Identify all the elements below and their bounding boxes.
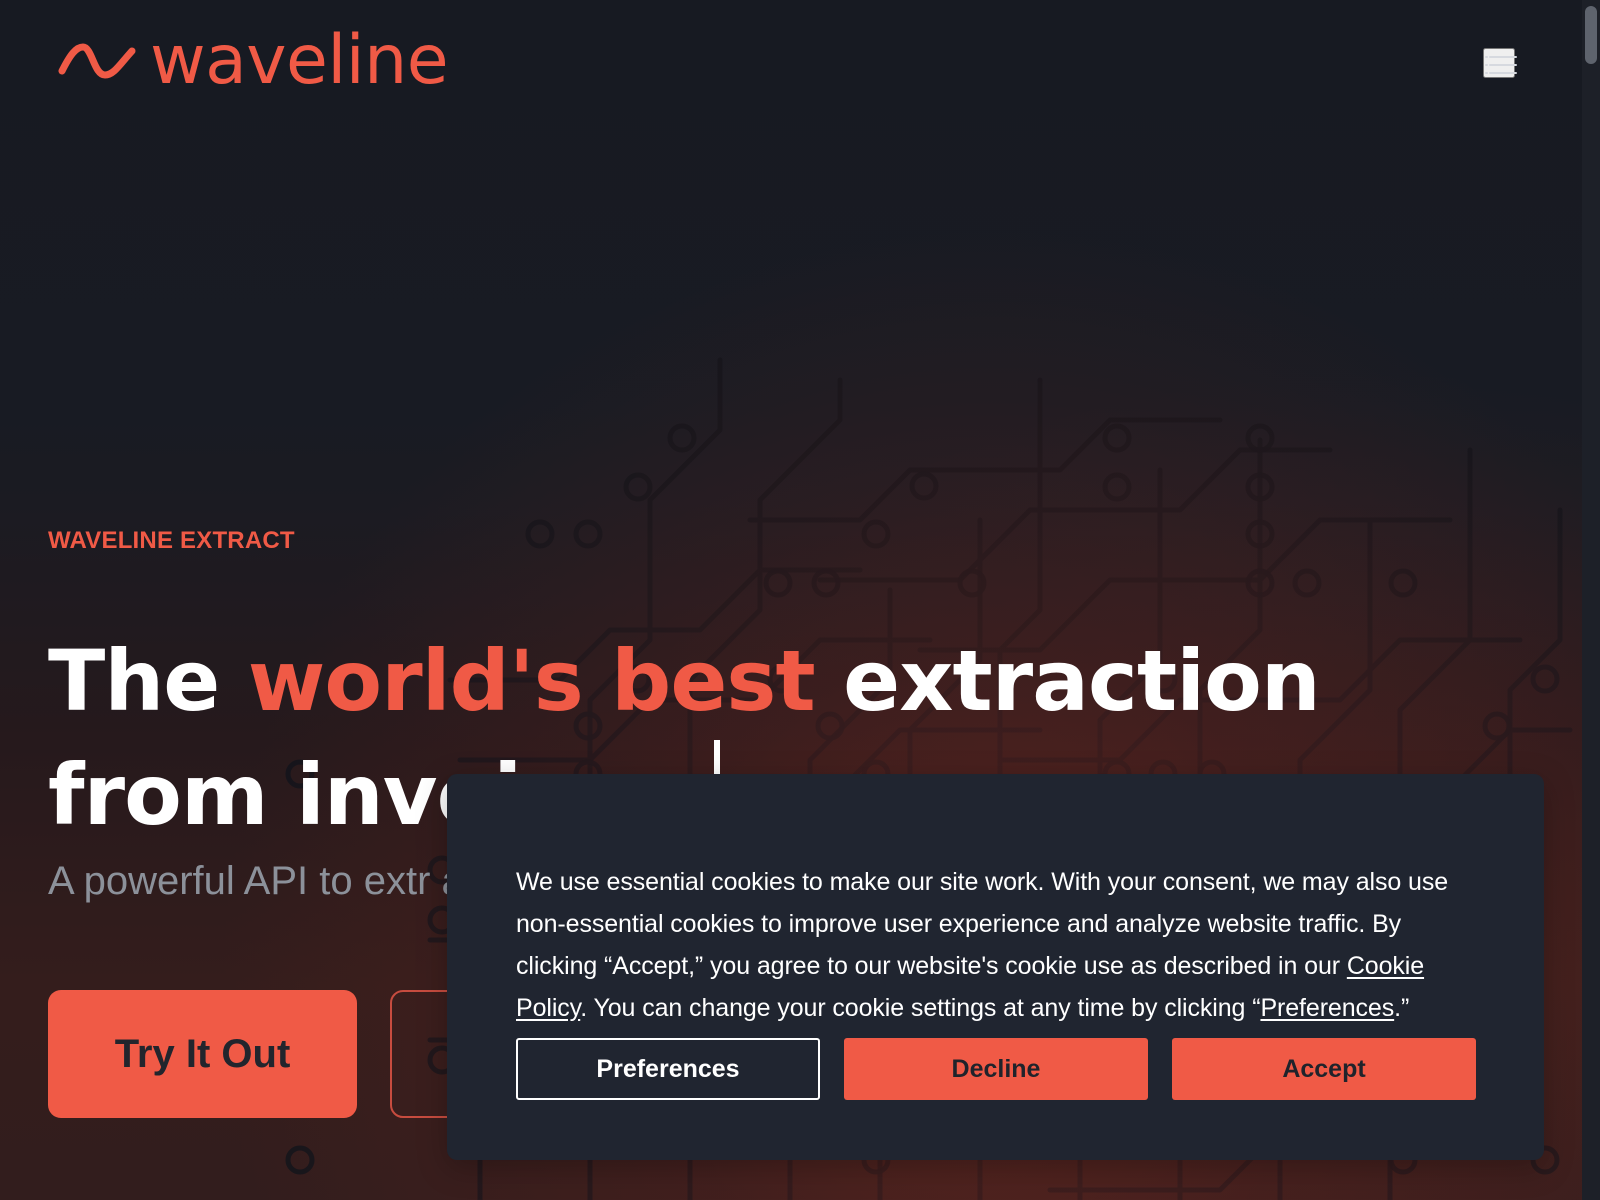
preferences-link[interactable]: Preferences (1260, 994, 1394, 1022)
cookie-text-before-policy: We use essential cookies to make our sit… (516, 868, 1449, 980)
brand-name: waveline (150, 21, 449, 100)
cookie-action-buttons: Preferences Decline Accept (516, 1038, 1476, 1100)
waveline-logo-link[interactable]: waveline (58, 20, 449, 102)
menu-icon-dot (1485, 72, 1488, 74)
scrollbar-thumb[interactable] (1585, 6, 1597, 64)
page-scrollbar[interactable] (1582, 0, 1600, 1200)
cookie-text-after-policy: . You can change your cookie settings at… (580, 994, 1261, 1022)
try-it-out-button[interactable]: Try It Out (48, 990, 357, 1118)
waveline-page: waveline WAVELINE EXTRACT The world's be… (0, 0, 1600, 1200)
menu-icon-line (1489, 56, 1517, 58)
decline-button[interactable]: Decline (844, 1038, 1148, 1100)
menu-icon-line (1489, 72, 1517, 74)
headline-before: The (48, 632, 248, 731)
menu-icon-dot (1485, 64, 1488, 66)
top-navigation: waveline (0, 0, 1600, 128)
menu-button[interactable] (1483, 48, 1517, 78)
wave-icon (58, 43, 136, 79)
cookie-consent-text: We use essential cookies to make our sit… (516, 861, 1486, 1029)
menu-icon-line (1489, 64, 1517, 66)
headline-accent: world's best (247, 624, 816, 738)
cookie-text-end: .” (1394, 994, 1410, 1022)
hero-eyebrow: WAVELINE EXTRACT (48, 527, 295, 554)
preferences-button[interactable]: Preferences (516, 1038, 820, 1100)
accept-button[interactable]: Accept (1172, 1038, 1476, 1100)
menu-icon-dot (1485, 56, 1488, 58)
cookie-consent-banner: We use essential cookies to make our sit… (447, 774, 1544, 1160)
